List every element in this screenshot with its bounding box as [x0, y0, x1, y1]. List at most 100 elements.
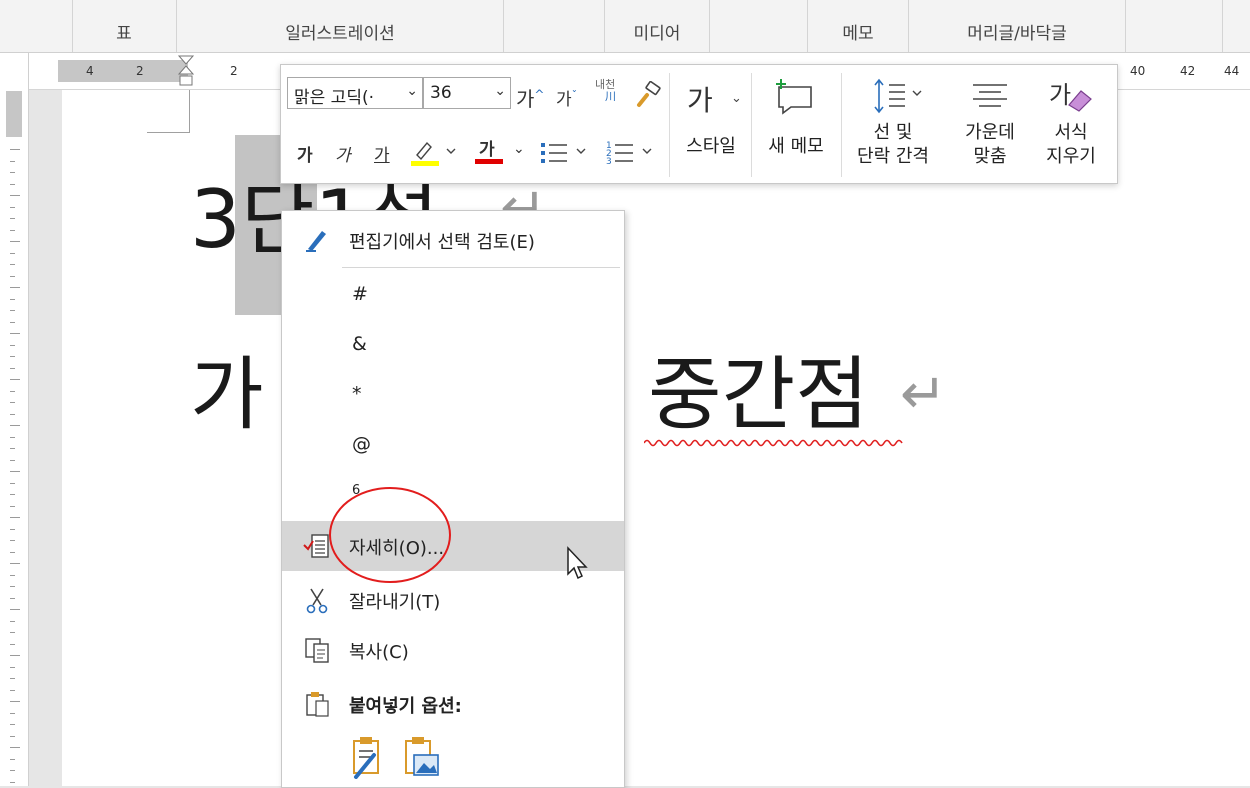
spacing-label-2: 단락 간격 [857, 146, 929, 167]
menu-item-review-in-editor[interactable]: 편집기에서 선택 검토(E) [282, 215, 624, 265]
menu-item-label: @ [352, 433, 371, 455]
ruler-tick: 40 [1130, 64, 1146, 78]
vruler-tick [10, 482, 15, 484]
font-color-button[interactable]: 가 [479, 135, 495, 160]
ribbon-group-table[interactable]: 표 [72, 0, 177, 52]
chevron-down-icon: ⌄ [731, 91, 742, 106]
center-align-button[interactable]: 가운데 맞춤 [949, 73, 1031, 177]
menu-item-label: # [352, 283, 368, 305]
vruler-tick [10, 390, 15, 392]
ruler-tick: 42 [1180, 64, 1196, 78]
line-paragraph-spacing-button[interactable]: 선 및 단락 간격 [845, 73, 941, 177]
spellcheck-squiggle [644, 439, 903, 447]
menu-item-symbol-at[interactable]: @ [282, 421, 624, 471]
menu-item-paste-options: 붙여넣기 옵션: [282, 679, 624, 729]
indent-marker-icon[interactable] [178, 55, 194, 87]
vruler-tick [10, 770, 15, 771]
chevron-down-icon: ⌄ [406, 83, 418, 99]
vruler-tick [10, 321, 15, 323]
ruler-left-margin [58, 60, 188, 82]
vruler-tick [10, 172, 15, 173]
vertical-ruler[interactable] [0, 53, 29, 786]
clear-label-1: 서식 [1054, 122, 1088, 143]
vruler-tick [10, 436, 15, 438]
new-comment-button[interactable]: 새 메모 [755, 73, 837, 177]
vruler-tick [10, 218, 15, 219]
center-label-2: 맞춤 [973, 146, 1007, 167]
menu-item-symbol-six[interactable]: 6 [282, 471, 624, 521]
annotation-circle [329, 487, 451, 583]
vruler-tick [10, 655, 20, 656]
grow-font-button[interactable]: 가^ [516, 83, 544, 112]
vruler-tick [10, 712, 15, 714]
copy-icon [305, 638, 329, 663]
menu-item-cut[interactable]: 잘라내기(T) [282, 575, 624, 625]
ribbon-group-comment[interactable]: 메모 [808, 0, 909, 52]
eraser-icon [1068, 90, 1092, 112]
center-label-1: 가운데 [965, 122, 1015, 143]
ribbon-group-header-footer[interactable]: 머리글/바닥글 [909, 0, 1126, 52]
clear-formatting-button[interactable]: 가 서식 지우기 [1031, 73, 1111, 177]
ruler-tick: 2 [230, 64, 238, 78]
paste-keep-source-icon[interactable] [348, 735, 388, 779]
vruler-tick [10, 310, 15, 311]
font-name-value: 맑은 고딕(· [294, 88, 374, 108]
bold-button[interactable]: 가 [297, 141, 313, 166]
ribbon-group-spacer-2 [504, 0, 605, 52]
shrink-font-button[interactable]: 가ˇ [556, 85, 577, 110]
ruler-tick: 44 [1224, 64, 1240, 78]
spacing-label-1: 선 및 [873, 122, 913, 143]
mouse-cursor-icon [567, 546, 588, 580]
chevron-down-icon: ⌄ [494, 83, 506, 99]
ribbon-group-label: 메모 [842, 24, 874, 44]
phonetic-guide-button[interactable]: 내천 川 [595, 79, 616, 103]
new-comment-icon [776, 79, 812, 115]
menu-item-symbol-asterisk[interactable]: * [282, 371, 624, 421]
ribbon-group-label: 표 [116, 24, 132, 44]
vruler-tick [10, 356, 15, 357]
toolbar-separator [841, 73, 842, 177]
document-line-2[interactable]: 가 [190, 340, 264, 450]
vruler-tick [10, 758, 15, 760]
font-size-value: 36 [430, 83, 452, 103]
menu-item-symbol-hash[interactable]: # [282, 271, 624, 321]
vruler-tick [10, 505, 15, 507]
menu-item-label: 복사(C) [349, 642, 409, 663]
menu-item-copy[interactable]: 복사(C) [282, 625, 624, 675]
font-size-combo[interactable]: 36 ⌄ [423, 77, 511, 109]
paragraph-mark: ↵ [900, 362, 947, 427]
underline-button[interactable]: 가 [374, 141, 390, 166]
vruler-margin [6, 91, 22, 137]
clear-label-2: 지우기 [1046, 146, 1096, 167]
styles-button[interactable]: 가 ⌄ 스타일 [675, 73, 747, 177]
styles-icon: 가 [687, 84, 713, 117]
chevron-down-icon[interactable]: ⌄ [513, 141, 525, 157]
font-color-swatch [475, 159, 503, 164]
menu-item-symbol-ampersand[interactable]: & [282, 321, 624, 371]
format-painter-icon[interactable] [633, 81, 663, 109]
vruler-tick [10, 540, 15, 541]
paste-picture-icon[interactable] [402, 735, 442, 779]
vruler-tick [10, 241, 20, 242]
vruler-tick [10, 229, 15, 231]
menu-separator [342, 267, 620, 268]
ribbon-group-illustration[interactable]: 일러스트레이션 [177, 0, 504, 52]
toolbar-separator [751, 73, 752, 177]
line-spacing-icon [874, 78, 922, 114]
italic-button[interactable]: 가 [335, 141, 351, 166]
vruler-tick [10, 551, 15, 553]
font-name-combo[interactable]: 맑은 고딕(· ⌄ [287, 77, 423, 109]
vruler-tick [10, 287, 20, 288]
ribbon-group-media[interactable]: 미디어 [605, 0, 710, 52]
ruler-tick: 4 [86, 64, 94, 78]
vruler-tick [10, 298, 15, 300]
vruler-tick [10, 402, 15, 403]
highlight-color-button[interactable] [409, 137, 459, 167]
details-icon [303, 534, 329, 558]
document-word-middle-dot[interactable]: 중간점 [648, 340, 869, 450]
vruler-tick [10, 678, 15, 679]
bullets-button[interactable] [539, 137, 589, 167]
vruler-tick [10, 252, 15, 254]
vruler-tick [10, 781, 15, 783]
numbering-button[interactable]: 1 2 3 [605, 137, 657, 167]
